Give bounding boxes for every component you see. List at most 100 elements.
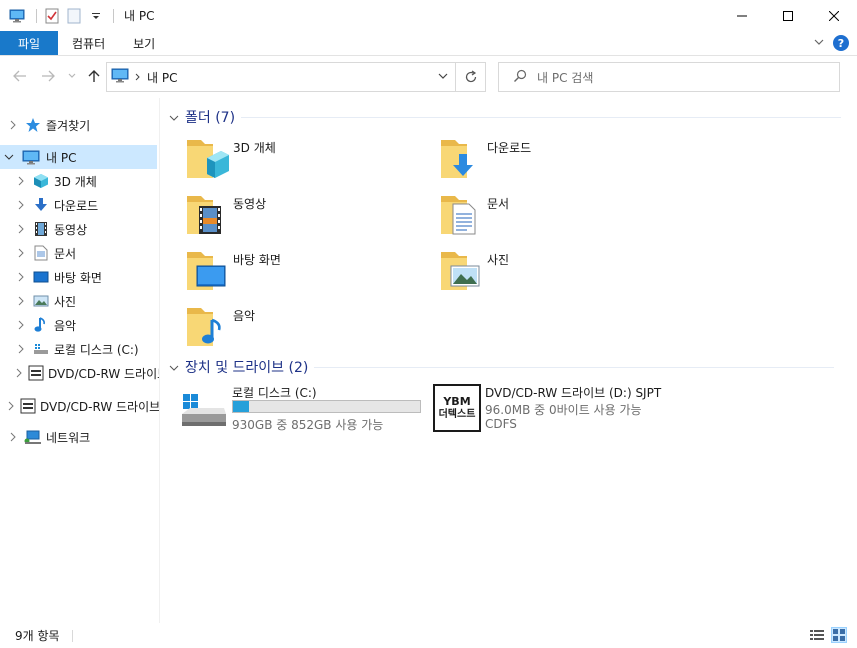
forward-button[interactable] bbox=[40, 68, 56, 84]
picture-icon bbox=[32, 292, 50, 310]
nav-label: 다운로드 bbox=[54, 198, 99, 213]
chevron-right-icon[interactable] bbox=[16, 296, 26, 306]
nav-item-local-disk[interactable]: 로컬 디스크 (C:) bbox=[0, 337, 159, 361]
group-header-drives[interactable]: 장치 및 드라이브 (2) bbox=[169, 357, 835, 377]
group-title: 장치 및 드라이브 (2) bbox=[185, 360, 309, 376]
address-bar[interactable]: 내 PC bbox=[106, 62, 456, 92]
up-button[interactable] bbox=[86, 68, 102, 84]
downloads-folder-icon bbox=[439, 136, 485, 182]
content-pane: 폴더 (7) 3D 개체 다운로드 동영상 문서 바탕 화면 사진 음악 장치 … bbox=[161, 98, 857, 623]
chevron-right-icon[interactable] bbox=[16, 368, 22, 378]
ribbon-tabs: 파일 컴퓨터 보기 ? bbox=[0, 31, 857, 56]
folder-item-3d-objects[interactable]: 3D 개체 bbox=[185, 136, 425, 186]
breadcrumb: 내 PC bbox=[111, 68, 177, 86]
nav-item-dvd-drive[interactable]: DVD/CD-RW 드라이브 bbox=[0, 361, 159, 385]
tab-file[interactable]: 파일 bbox=[0, 31, 58, 55]
breadcrumb-current[interactable]: 내 PC bbox=[147, 69, 177, 86]
window-title: 내 PC bbox=[124, 9, 155, 23]
view-buttons bbox=[809, 627, 847, 643]
expand-ribbon-icon[interactable] bbox=[813, 36, 825, 51]
chevron-right-icon[interactable] bbox=[16, 248, 26, 258]
pc-icon[interactable] bbox=[8, 7, 26, 25]
nav-item-quick-access[interactable]: 즐겨찾기 bbox=[0, 113, 159, 137]
nav-label: 즐겨찾기 bbox=[46, 118, 91, 133]
drive-item-dvd[interactable]: YBM 더텍스트 DVD/CD-RW 드라이브 (D:) SJPT 96.0MB… bbox=[433, 384, 693, 444]
dvd-drive-icon bbox=[20, 397, 36, 415]
drive-free-space: 96.0MB 중 0바이트 사용 가능 bbox=[485, 403, 642, 417]
refresh-button[interactable] bbox=[456, 62, 486, 92]
properties-icon[interactable] bbox=[43, 7, 61, 25]
close-button[interactable] bbox=[811, 0, 857, 31]
back-button[interactable] bbox=[12, 68, 28, 84]
document-icon bbox=[32, 244, 50, 262]
nav-item-this-pc[interactable]: 내 PC bbox=[0, 145, 157, 169]
chevron-right-icon[interactable] bbox=[8, 432, 18, 442]
address-dropdown-icon[interactable] bbox=[437, 70, 451, 84]
videos-folder-icon bbox=[185, 192, 231, 238]
dvd-logo-line2: 더텍스트 bbox=[438, 409, 476, 420]
folder-item-downloads[interactable]: 다운로드 bbox=[439, 136, 679, 186]
tab-view[interactable]: 보기 bbox=[119, 31, 169, 55]
maximize-button[interactable] bbox=[765, 0, 811, 31]
chevron-right-icon[interactable] bbox=[16, 272, 26, 282]
search-input[interactable]: 내 PC 검색 bbox=[498, 62, 840, 92]
chevron-right-icon[interactable] bbox=[8, 120, 18, 130]
search-icon bbox=[513, 69, 527, 86]
group-header-folders[interactable]: 폴더 (7) bbox=[169, 107, 842, 127]
nav-item-videos[interactable]: 동영상 bbox=[0, 217, 159, 241]
folder-item-documents[interactable]: 문서 bbox=[439, 192, 679, 242]
tiles-view-icon[interactable] bbox=[831, 627, 847, 643]
chevron-right-icon[interactable] bbox=[16, 344, 26, 354]
recent-locations-icon[interactable] bbox=[64, 68, 80, 84]
star-icon bbox=[24, 116, 42, 134]
dvd-drive-icon: YBM 더텍스트 bbox=[433, 384, 481, 432]
folder-item-music[interactable]: 음악 bbox=[185, 304, 425, 354]
desktop-folder-icon bbox=[185, 248, 231, 294]
nav-item-desktop[interactable]: 바탕 화면 bbox=[0, 265, 159, 289]
nav-label: 3D 개체 bbox=[54, 174, 97, 189]
details-view-icon[interactable] bbox=[809, 627, 825, 643]
folder-item-videos[interactable]: 동영상 bbox=[185, 192, 425, 242]
help-icon[interactable]: ? bbox=[833, 35, 849, 51]
nav-label: DVD/CD-RW 드라이브 bbox=[40, 399, 159, 414]
chevron-right-icon[interactable] bbox=[16, 176, 26, 186]
new-folder-icon[interactable] bbox=[65, 7, 83, 25]
group-divider bbox=[241, 116, 842, 118]
chevron-right-icon[interactable] bbox=[16, 320, 26, 330]
nav-item-network[interactable]: 네트워크 bbox=[0, 425, 159, 449]
drive-usage-bar bbox=[232, 400, 421, 413]
minimize-button[interactable] bbox=[719, 0, 765, 31]
group-divider bbox=[314, 366, 835, 368]
title-bar: 내 PC bbox=[0, 0, 857, 31]
drive-name: 로컬 디스크 (C:) bbox=[232, 386, 317, 400]
nav-item-dvd-drive-root[interactable]: DVD/CD-RW 드라이브 bbox=[0, 394, 159, 418]
item-count: 9개 항목 bbox=[15, 629, 60, 643]
drive-item-local-disk[interactable]: 로컬 디스크 (C:) 930GB 중 852GB 사용 가능 bbox=[180, 384, 430, 444]
chevron-right-icon[interactable] bbox=[8, 401, 14, 411]
chevron-down-icon[interactable] bbox=[169, 359, 179, 375]
nav-label: 동영상 bbox=[54, 222, 88, 237]
nav-item-documents[interactable]: 문서 bbox=[0, 241, 159, 265]
chevron-down-icon[interactable] bbox=[4, 152, 14, 162]
drive-free-space: 930GB 중 852GB 사용 가능 bbox=[232, 418, 384, 432]
pc-icon bbox=[20, 148, 42, 166]
tab-computer[interactable]: 컴퓨터 bbox=[58, 31, 119, 55]
3d-objects-folder-icon bbox=[185, 136, 231, 182]
folder-item-desktop[interactable]: 바탕 화면 bbox=[185, 248, 425, 298]
chevron-right-icon[interactable] bbox=[16, 224, 26, 234]
local-disk-icon bbox=[32, 340, 50, 358]
nav-label: 내 PC bbox=[46, 150, 77, 165]
nav-item-3d-objects[interactable]: 3D 개체 bbox=[0, 169, 159, 193]
customize-toolbar-icon[interactable] bbox=[87, 7, 105, 25]
nav-label: 문서 bbox=[54, 246, 77, 261]
chevron-right-icon[interactable] bbox=[16, 200, 26, 210]
nav-item-pictures[interactable]: 사진 bbox=[0, 289, 159, 313]
pictures-folder-icon bbox=[439, 248, 485, 294]
nav-item-downloads[interactable]: 다운로드 bbox=[0, 193, 159, 217]
folder-label: 문서 bbox=[487, 197, 510, 211]
address-row: 내 PC 내 PC 검색 bbox=[0, 56, 857, 98]
breadcrumb-separator-icon[interactable] bbox=[135, 70, 141, 84]
folder-item-pictures[interactable]: 사진 bbox=[439, 248, 679, 298]
nav-item-music[interactable]: 음악 bbox=[0, 313, 159, 337]
chevron-down-icon[interactable] bbox=[169, 109, 179, 125]
